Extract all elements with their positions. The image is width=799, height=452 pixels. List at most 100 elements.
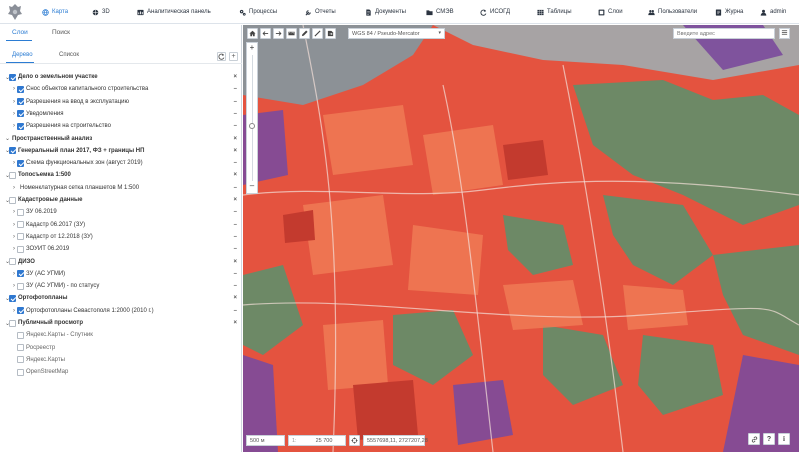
collapse-icon[interactable]: – — [234, 185, 237, 191]
layer-checkbox[interactable] — [17, 282, 24, 290]
close-icon[interactable]: × — [233, 197, 237, 203]
layer-checkbox[interactable] — [17, 245, 24, 253]
collapse-icon[interactable]: – — [234, 222, 237, 228]
layer-checkbox[interactable] — [9, 258, 16, 265]
layer-item[interactable]: Яндекс.Карты — [0, 354, 242, 366]
layer-checkbox[interactable] — [17, 122, 24, 130]
layer-item[interactable]: › ЗОУИТ 06.2019 – — [0, 243, 242, 255]
forward-button[interactable] — [273, 28, 284, 39]
layer-checkbox[interactable] — [17, 85, 24, 93]
projection-select[interactable]: WGS 84 / Pseudo-Mercator ▾ — [348, 28, 445, 39]
layer-item[interactable]: › Разрешения на строительство – — [0, 120, 242, 132]
nav-item-users[interactable]: Пользователи — [648, 6, 697, 18]
layer-checkbox[interactable] — [17, 221, 24, 229]
back-button[interactable] — [260, 28, 271, 39]
collapse-icon[interactable]: – — [234, 209, 237, 215]
collapse-icon[interactable]: – — [234, 86, 237, 92]
chevron-right-icon[interactable]: › — [13, 246, 15, 252]
chevron-right-icon[interactable]: › — [13, 111, 15, 117]
layer-checkbox[interactable] — [17, 356, 24, 364]
nav-item-journal[interactable]: Журна — [715, 6, 743, 18]
layer-group[interactable]: ⌄ Пространственный анализ × — [0, 133, 242, 145]
help-button[interactable]: ? — [763, 433, 775, 445]
collapse-icon[interactable]: – — [234, 246, 237, 252]
add-layer-button[interactable]: + — [229, 52, 238, 61]
nav-item-map[interactable]: Карта — [42, 6, 68, 18]
layer-item[interactable]: › Схема функциональных зон (август 2019) – — [0, 157, 242, 169]
nav-item-layers[interactable]: Слои — [598, 6, 623, 18]
collapse-icon[interactable]: – — [234, 234, 237, 240]
layer-checkbox[interactable] — [9, 147, 16, 155]
layer-item[interactable]: › ЗУ (АС УГМИ) - по статусу – — [0, 280, 242, 292]
chevron-right-icon[interactable]: › — [13, 123, 15, 129]
layer-item[interactable]: › Номенклатурная сетка планшетов М 1:500 – — [0, 182, 242, 194]
collapse-icon[interactable]: – — [234, 283, 237, 289]
zoom-out-button[interactable]: – — [247, 181, 257, 190]
layer-item[interactable]: › ЗУ 06.2019 – — [0, 206, 242, 218]
layer-group[interactable]: ⌄ Публичный просмотр × — [0, 317, 242, 329]
layer-checkbox[interactable] — [9, 171, 16, 179]
close-icon[interactable]: × — [233, 148, 237, 154]
tab-layers[interactable]: Слои — [12, 29, 28, 36]
line-tool-button[interactable] — [312, 28, 323, 39]
layer-checkbox[interactable] — [17, 307, 24, 315]
layer-group[interactable]: ⌄ Генеральный план 2017, ФЗ + границы НП × — [0, 145, 242, 157]
collapse-icon[interactable]: – — [234, 111, 237, 117]
map-menu-button[interactable] — [779, 28, 790, 39]
layer-item[interactable]: › Ортофотопланы Севастополя 1:2000 (2010 … — [0, 305, 242, 317]
layer-checkbox[interactable] — [17, 208, 24, 216]
layer-checkbox[interactable] — [9, 196, 16, 204]
chevron-right-icon[interactable]: › — [13, 222, 15, 228]
zoom-slider-track[interactable] — [252, 55, 253, 181]
nav-item-processes[interactable]: Процессы — [239, 6, 277, 18]
layer-item[interactable]: › Снос объектов капитального строительств… — [0, 83, 242, 95]
chevron-right-icon[interactable]: › — [13, 86, 15, 92]
layer-checkbox[interactable] — [17, 344, 24, 352]
nav-item-analytics[interactable]: Аналитическая панель — [137, 6, 211, 18]
chevron-right-icon[interactable]: › — [13, 160, 15, 166]
close-icon[interactable]: × — [233, 136, 237, 142]
layer-checkbox[interactable] — [9, 294, 16, 302]
collapse-icon[interactable]: – — [234, 160, 237, 166]
layer-checkbox[interactable] — [17, 110, 24, 118]
nav-item-admin[interactable]: admin — [760, 6, 786, 18]
chevron-down-icon[interactable]: ⌄ — [5, 135, 10, 142]
collapse-icon[interactable]: – — [234, 271, 237, 277]
home-button[interactable] — [247, 28, 258, 39]
layer-checkbox[interactable] — [17, 368, 24, 376]
nav-item-isogd[interactable]: ИСОГД — [480, 6, 510, 18]
close-icon[interactable]: × — [233, 74, 237, 80]
layer-item[interactable]: Росреестр — [0, 342, 242, 354]
scale-field[interactable]: 1: 25 700 — [288, 434, 346, 446]
layer-item[interactable]: › Уведомления – — [0, 108, 242, 120]
nav-item-documents[interactable]: Документы — [365, 6, 406, 18]
layer-item[interactable]: › Кадастр от 12.2018 (ЗУ) – — [0, 231, 242, 243]
layer-checkbox[interactable] — [17, 270, 24, 278]
link-button[interactable] — [748, 433, 760, 445]
layer-item[interactable]: OpenStreetMap — [0, 366, 242, 378]
collapse-icon[interactable]: – — [234, 99, 237, 105]
layer-group[interactable]: ⌄ Дело о земельном участке × — [0, 71, 242, 83]
close-icon[interactable]: × — [233, 259, 237, 265]
layer-group[interactable]: ⌄ Топосъемка 1:500 × — [0, 169, 242, 181]
layer-checkbox[interactable] — [17, 98, 24, 106]
draw-button[interactable] — [299, 28, 310, 39]
layer-item[interactable]: › ЗУ (АС УГМИ) – — [0, 268, 242, 280]
layer-checkbox[interactable] — [9, 73, 16, 81]
tab-search[interactable]: Поиск — [52, 29, 70, 36]
chevron-right-icon[interactable]: › — [13, 308, 15, 314]
chevron-right-icon[interactable]: › — [13, 99, 15, 105]
collapse-icon[interactable]: – — [234, 123, 237, 129]
refresh-button[interactable] — [217, 52, 226, 61]
tab-list[interactable]: Список — [59, 52, 79, 58]
chevron-right-icon[interactable]: › — [13, 209, 15, 215]
map-canvas[interactable] — [243, 25, 799, 452]
chevron-right-icon[interactable]: › — [13, 234, 15, 240]
layer-checkbox[interactable] — [9, 319, 16, 327]
layer-group[interactable]: ⌄ Ортофотопланы × — [0, 292, 242, 304]
locate-button[interactable] — [349, 434, 360, 446]
map-view[interactable]: WGS 84 / Pseudo-Mercator ▾ + – 500 м 1: … — [243, 25, 799, 452]
collapse-icon[interactable]: – — [234, 308, 237, 314]
chevron-right-icon[interactable]: › — [13, 271, 15, 277]
export-button[interactable] — [325, 28, 336, 39]
